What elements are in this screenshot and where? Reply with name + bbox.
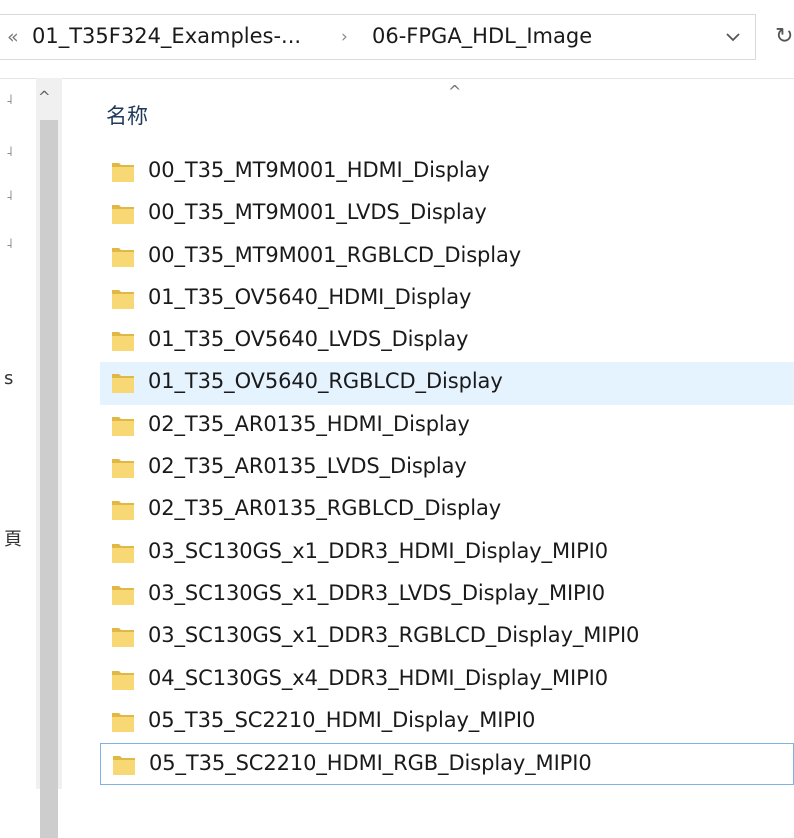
list-item-name: 02_T35_AR0135_HDMI_Display [148,411,470,436]
list-item[interactable]: 00_T35_MT9M001_RGBLCD_Display [100,236,794,278]
list-item-name: 05_T35_SC2210_HDMI_Display_MIPI0 [148,707,536,732]
file-list: 00_T35_MT9M001_HDMI_Display 00_T35_MT9M00… [100,151,794,786]
list-item-name: 01_T35_OV5640_HDMI_Display [148,284,472,309]
list-item[interactable]: 05_T35_SC2210_HDMI_RGB_Display_MIPI0 [100,743,794,786]
folder-icon [112,501,134,521]
list-item[interactable]: 03_SC130GS_x1_DDR3_LVDS_Display_MIPI0 [100,574,794,616]
pin-icon: ˨ [6,188,13,204]
list-item[interactable]: 00_T35_MT9M001_LVDS_Display [100,193,794,235]
list-item[interactable]: 01_T35_OV5640_LVDS_Display [100,320,794,362]
pin-icon: ˨ [6,92,13,108]
list-item[interactable]: 02_T35_AR0135_RGBLCD_Display [100,489,794,531]
pin-icon: ˨ [6,236,13,252]
folder-icon [112,585,134,605]
list-item-name: 03_SC130GS_x1_DDR3_LVDS_Display_MIPI0 [148,580,605,605]
navigation-pane: ^ ˨ ˨ ˨ ˨ s 頁 [0,78,100,838]
address-bar: « 01_T35F324_Examples-... › 06-FPGA_HDL_… [0,0,794,79]
list-item-name: 00_T35_MT9M001_RGBLCD_Display [148,242,522,267]
folder-icon [112,670,134,690]
nav-item-fragment[interactable]: s [4,368,13,389]
list-item[interactable]: 01_T35_OV5640_HDMI_Display [100,278,794,320]
column-header-name[interactable]: 名称 [106,100,148,130]
list-item[interactable]: 01_T35_OV5640_RGBLCD_Display [100,362,794,405]
list-item[interactable]: 02_T35_AR0135_HDMI_Display [100,405,794,447]
list-item[interactable]: 03_SC130GS_x1_DDR3_RGBLCD_Display_MIPI0 [100,616,794,658]
list-item-name: 00_T35_MT9M001_HDMI_Display [148,158,490,182]
folder-icon [112,163,134,182]
folder-icon [112,289,134,309]
folder-icon [112,628,134,648]
pin-icon: ˨ [6,144,13,160]
folder-icon [113,756,135,776]
scroll-up-arrow-icon[interactable]: ^ [38,88,51,106]
folder-icon [112,712,134,732]
refresh-icon[interactable]: ↻ [775,24,793,49]
list-item-name: 02_T35_AR0135_RGBLCD_Display [148,496,502,521]
breadcrumb-parent[interactable]: 01_T35F324_Examples-... [32,24,301,48]
list-item[interactable]: 04_SC130GS_x4_DDR3_HDMI_Display_MIPI0 [100,659,794,701]
list-item-name: 02_T35_AR0135_LVDS_Display [148,454,467,479]
folder-icon [112,374,134,394]
breadcrumb-current[interactable]: 06-FPGA_HDL_Image [372,24,592,48]
list-item-name: 05_T35_SC2210_HDMI_RGB_Display_MIPI0 [149,751,592,776]
dropdown-chevron-icon[interactable] [722,26,744,48]
list-item-name: 01_T35_OV5640_LVDS_Display [148,327,469,352]
breadcrumb-separator-icon[interactable]: › [341,27,348,47]
folder-icon [112,416,134,436]
list-item[interactable]: 05_T35_SC2210_HDMI_Display_MIPI0 [100,701,794,743]
folder-icon [112,543,134,563]
nav-scrollbar-thumb[interactable] [40,120,58,838]
list-item-name: 01_T35_OV5640_RGBLCD_Display [148,369,503,394]
list-item-name: 04_SC130GS_x4_DDR3_HDMI_Display_MIPI0 [148,665,608,690]
overflow-chevron-icon[interactable]: « [7,26,19,48]
list-item[interactable]: 00_T35_MT9M001_HDMI_Display [100,151,794,193]
list-item-name: 03_SC130GS_x1_DDR3_HDMI_Display_MIPI0 [148,538,608,563]
list-item[interactable]: 02_T35_AR0135_LVDS_Display [100,447,794,489]
folder-icon [112,332,134,352]
nav-item-fragment[interactable]: 頁 [4,525,22,551]
folder-icon [112,459,134,479]
list-item[interactable]: 03_SC130GS_x1_DDR3_HDMI_Display_MIPI0 [100,532,794,574]
list-item-name: 00_T35_MT9M001_LVDS_Display [148,200,487,225]
sort-ascending-icon: ^ [448,82,462,101]
list-item-name: 03_SC130GS_x1_DDR3_RGBLCD_Display_MIPI0 [148,623,640,648]
folder-icon [112,247,134,267]
folder-icon [112,205,134,225]
